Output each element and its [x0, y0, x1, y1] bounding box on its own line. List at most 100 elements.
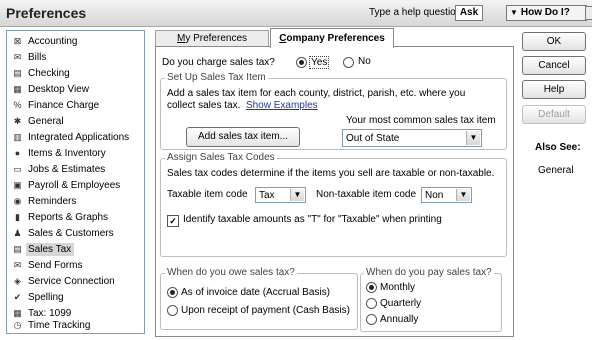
sidebar-item-label: General: [28, 116, 64, 127]
sidebar-item-time-tracking[interactable]: ◷ Time Tracking: [7, 319, 142, 332]
service-connection-icon: ◈: [14, 276, 21, 286]
sidebar-item-label: Desktop View: [28, 84, 89, 95]
sidebar-item-sales-customers[interactable]: ♟ Sales & Customers: [7, 227, 142, 240]
common-item-select[interactable]: Out of State ▼: [342, 129, 482, 147]
setup-description-line1: Add a sales tax item for each county, di…: [167, 88, 466, 99]
taxable-code-value: Tax: [259, 190, 275, 201]
owe-accrual-radio[interactable]: [167, 287, 178, 298]
sidebar-item-spelling[interactable]: ✔ Spelling: [7, 291, 142, 304]
tax-1099-icon: ▦: [13, 308, 22, 318]
tab-my-preferences[interactable]: My Preferences: [155, 30, 269, 47]
also-see-general-link[interactable]: General: [538, 165, 574, 176]
pay-group-title: When do you pay sales tax?: [364, 267, 494, 278]
sidebar-item-label: Reminders: [28, 196, 77, 207]
spelling-icon: ✔: [13, 292, 22, 302]
sidebar-item-accounting[interactable]: ⊠ Accounting: [7, 35, 142, 48]
nontaxable-code-label: Non-taxable item code: [316, 189, 417, 200]
pay-monthly-radio[interactable]: [366, 282, 377, 293]
sidebar-item-checking[interactable]: ▤ Checking: [7, 67, 142, 80]
show-examples-link[interactable]: Show Examples: [246, 100, 318, 111]
sidebar-item-sales-tax[interactable]: ▤ Sales Tax: [7, 243, 142, 256]
charge-yes-radio[interactable]: [296, 57, 307, 68]
nontaxable-code-value: Non: [425, 190, 444, 201]
sidebar-item-label: Sales & Customers: [28, 228, 114, 239]
sidebar-item-label: Integrated Applications: [28, 132, 130, 143]
tab-company-preferences-label: ompany Preferences: [286, 33, 385, 44]
sidebar-item-reminders[interactable]: ◉ Reminders: [7, 195, 142, 208]
sidebar-item-payroll-employees[interactable]: ▣ Payroll & Employees: [7, 179, 142, 192]
sidebar-item-label: Sales Tax: [26, 243, 75, 256]
add-sales-tax-item-button[interactable]: Add sales tax item...: [186, 127, 300, 147]
sidebar-item-integrated-applications[interactable]: ▥ Integrated Applications: [7, 131, 142, 144]
sidebar-item-label: Accounting: [28, 36, 78, 47]
pay-quarterly-radio[interactable]: [366, 298, 377, 309]
how-do-i-label: How Do I?: [520, 7, 570, 18]
owe-accrual-label[interactable]: As of invoice date (Accrual Basis): [181, 287, 330, 298]
sidebar-item-general[interactable]: ✱ General: [7, 115, 142, 128]
checking-icon: ▤: [13, 68, 22, 78]
charge-yes-label[interactable]: Yes: [309, 56, 330, 69]
sidebar-item-service-connection[interactable]: ◈ Service Connection: [7, 275, 142, 288]
sidebar-item-label: Spelling: [28, 292, 64, 303]
ok-button[interactable]: OK: [522, 32, 586, 51]
owe-cash-radio[interactable]: [167, 305, 178, 316]
help-question-label[interactable]: Type a help question: [369, 7, 461, 18]
jobs-estimates-icon: ▭: [13, 164, 22, 174]
sidebar-item-reports-graphs[interactable]: ▮ Reports & Graphs: [7, 211, 142, 224]
charge-no-label[interactable]: No: [358, 56, 371, 67]
accounting-icon: ⊠: [13, 36, 22, 46]
sidebar-item-label: Items & Inventory: [28, 148, 106, 159]
sidebar-item-label: Checking: [28, 68, 70, 79]
reminders-icon: ◉: [13, 196, 22, 206]
sidebar-item-jobs-estimates[interactable]: ▭ Jobs & Estimates: [7, 163, 142, 176]
assign-description: Sales tax codes determine if the items y…: [167, 168, 495, 179]
items-inventory-icon: ●: [14, 148, 21, 158]
how-do-i-button[interactable]: ▼ How Do I?: [506, 5, 587, 21]
sidebar-item-label: Reports & Graphs: [28, 212, 109, 223]
pay-quarterly-label[interactable]: Quarterly: [380, 298, 421, 309]
sidebar-item-send-forms[interactable]: ✉ Send Forms: [7, 259, 142, 272]
cancel-button[interactable]: Cancel: [522, 56, 586, 75]
setup-description-line2: collect sales tax. Show Examples: [167, 100, 318, 111]
window-title: Preferences: [6, 5, 87, 21]
default-button[interactable]: Default: [522, 105, 586, 124]
pay-annually-label[interactable]: Annually: [380, 314, 418, 325]
sidebar-item-label: Service Connection: [28, 276, 115, 287]
pay-annually-radio[interactable]: [366, 314, 377, 325]
owe-cash-label[interactable]: Upon receipt of payment (Cash Basis): [181, 305, 350, 316]
tab-my-preferences-label: y Preferences: [185, 33, 248, 44]
dropdown-triangle-icon: ▼: [510, 8, 518, 17]
desktop-view-icon: ▦: [13, 84, 22, 94]
sidebar-item-finance-charge[interactable]: % Finance Charge: [7, 99, 142, 112]
bills-icon: ✉: [13, 52, 22, 62]
identify-taxable-checkbox[interactable]: ✓: [167, 215, 179, 227]
help-button[interactable]: Help: [522, 80, 586, 99]
window-menu-icon[interactable]: [585, 6, 592, 20]
assign-group-title: Assign Sales Tax Codes: [165, 152, 277, 163]
sidebar-item-desktop-view[interactable]: ▦ Desktop View: [7, 83, 142, 96]
sales-tax-icon: ▤: [13, 244, 22, 254]
sidebar-item-label: Finance Charge: [28, 100, 100, 111]
charge-no-radio[interactable]: [343, 57, 354, 68]
nontaxable-code-select[interactable]: Non ▼: [421, 187, 472, 203]
charge-question-label: Do you charge sales tax?: [162, 57, 275, 68]
common-item-label: Your most common sales tax item: [346, 115, 496, 126]
finance-charge-icon: %: [13, 100, 22, 110]
identify-taxable-label[interactable]: Identify taxable amounts as "T" for "Tax…: [183, 214, 442, 225]
reports-graphs-icon: ▮: [15, 212, 20, 222]
sidebar-item-label: Time Tracking: [28, 320, 91, 331]
pay-monthly-label[interactable]: Monthly: [380, 282, 415, 293]
time-tracking-icon: ◷: [13, 320, 22, 330]
tab-company-preferences[interactable]: Company Preferences: [270, 28, 394, 48]
taxable-code-select[interactable]: Tax ▼: [255, 187, 306, 203]
setup-description-text: collect sales tax.: [167, 100, 241, 111]
preferences-list: ⊠ Accounting ✉ Bills ▤ Checking ▦ Desktop Vi…: [6, 30, 145, 334]
sidebar-item-items-inventory[interactable]: ● Items & Inventory: [7, 147, 142, 160]
sidebar-item-label: Jobs & Estimates: [28, 164, 106, 175]
taxable-code-label: Taxable item code: [167, 189, 248, 200]
owe-sales-tax-group: [160, 273, 358, 330]
common-item-value: Out of State: [346, 133, 400, 144]
setup-group-title: Set Up Sales Tax Item: [165, 72, 268, 83]
sidebar-item-bills[interactable]: ✉ Bills: [7, 51, 142, 64]
ask-button[interactable]: Ask: [455, 5, 483, 21]
